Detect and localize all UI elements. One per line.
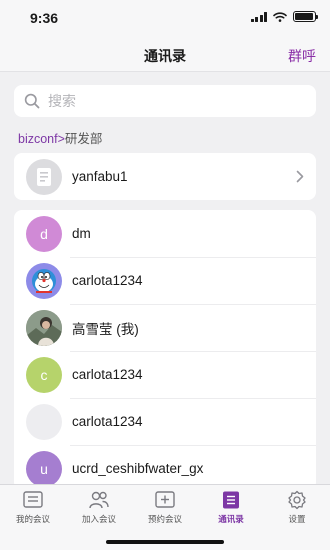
avatar (26, 309, 62, 346)
member-name: dm (72, 226, 91, 241)
tab-label: 我的会议 (15, 514, 50, 524)
member-name: carlota1234 (72, 273, 143, 288)
member-name: 高雪莹 (我) (72, 321, 139, 337)
breadcrumb-root-link[interactable]: bizconf> (18, 132, 65, 146)
member-row[interactable]: carlota1234 (14, 398, 316, 445)
status-bar: 9:36 (0, 0, 330, 36)
avatar: u (26, 450, 62, 487)
department-name: yanfabu1 (72, 169, 128, 184)
system-indicators (250, 11, 318, 22)
member-name: carlota1234 (72, 367, 143, 382)
meeting-list-icon (23, 491, 43, 508)
tab-contacts[interactable]: 通讯录 (198, 490, 264, 525)
department-row[interactable]: yanfabu1 (14, 153, 316, 200)
breadcrumb-current: 研发部 (64, 132, 103, 146)
home-indicator (106, 540, 224, 544)
battery-icon (293, 11, 318, 22)
wifi-icon (273, 11, 287, 22)
member-name: ucrd_ceshibfwater_gx (72, 461, 204, 476)
member-row[interactable]: 高雪莹 (我) (14, 304, 316, 351)
tab-label: 设置 (288, 514, 306, 524)
breadcrumb: bizconf>研发部 (18, 128, 102, 147)
settings-icon (288, 490, 306, 510)
member-row[interactable]: c carlota1234 (14, 351, 316, 398)
tab-my-meetings[interactable]: 我的会议 (0, 490, 66, 525)
avatar: c (26, 356, 62, 393)
status-time: 9:36 (30, 10, 59, 26)
member-name: carlota1234 (72, 414, 143, 429)
chevron-right-icon (296, 170, 304, 183)
tab-schedule-meeting[interactable]: 预约会议 (132, 490, 198, 525)
tab-join-meeting[interactable]: 加入会议 (66, 490, 132, 525)
search-icon (24, 93, 40, 109)
tab-settings[interactable]: 设置 (264, 490, 330, 525)
signal-icon (250, 11, 267, 22)
search-input[interactable]: 搜索 (14, 85, 316, 117)
department-icon (26, 158, 62, 195)
tab-label: 加入会议 (81, 514, 116, 524)
contacts-icon (223, 491, 239, 509)
page-title: 通讯录 (144, 48, 186, 64)
schedule-meeting-icon (155, 491, 175, 508)
avatar (26, 262, 62, 299)
department-card: yanfabu1 (14, 153, 316, 200)
tab-label: 预约会议 (147, 514, 182, 524)
member-row[interactable]: d dm (14, 210, 316, 257)
group-call-button[interactable]: 群呼 (288, 46, 316, 66)
member-list: d dm carlota1234 高雪莹 (我) c carlota1234 carlota… (14, 210, 316, 490)
tab-label: 通讯录 (218, 514, 244, 524)
search-placeholder: 搜索 (48, 93, 76, 109)
join-meeting-icon (89, 491, 109, 509)
avatar (26, 403, 62, 440)
battery-fill (295, 13, 314, 20)
nav-bar: 通讯录 群呼 (0, 36, 330, 72)
contacts-screen: 9:36 通讯录 群呼 搜索 bizconf>研发部 yanfabu1 d dm… (0, 0, 330, 550)
avatar: d (26, 215, 62, 252)
member-row[interactable]: carlota1234 (14, 257, 316, 304)
